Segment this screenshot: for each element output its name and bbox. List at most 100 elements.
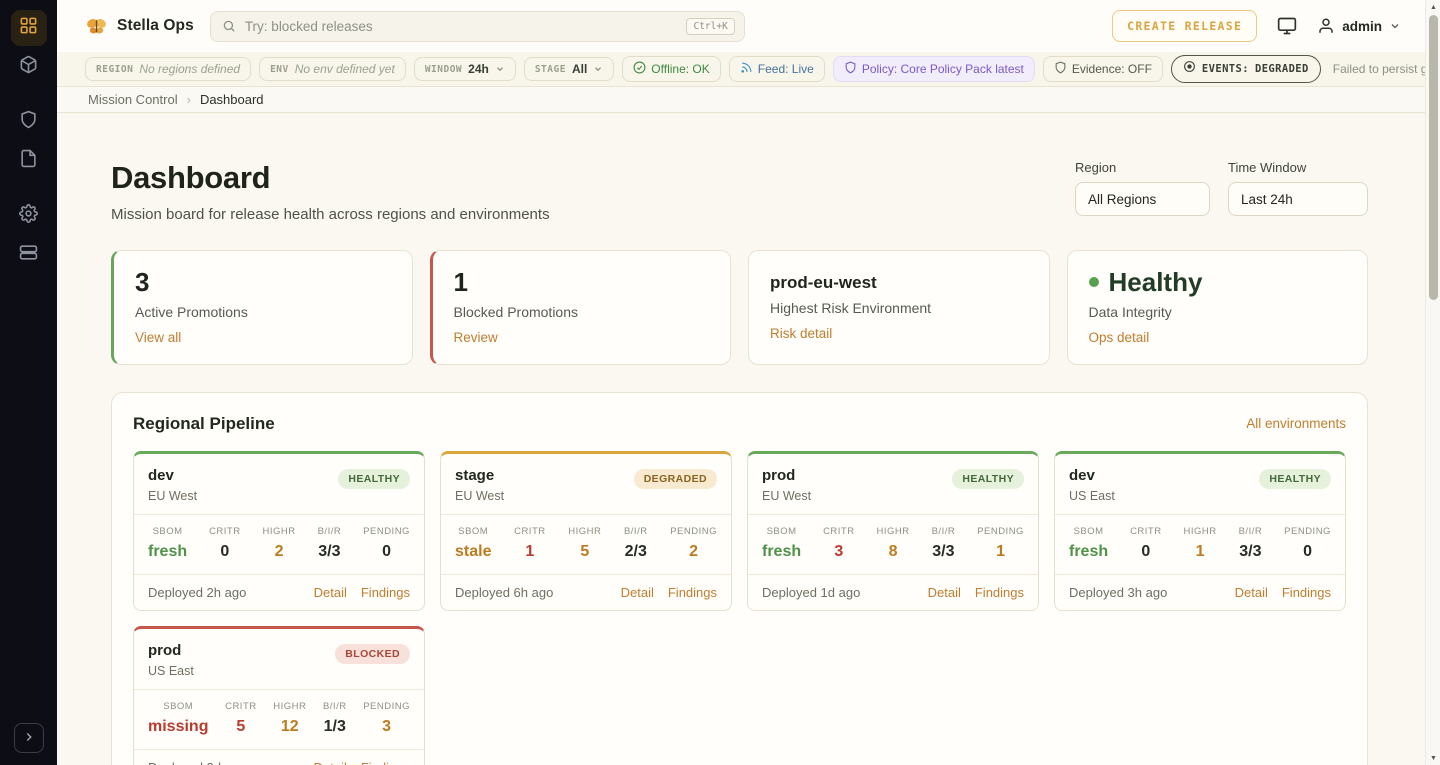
sidebar-expand-button[interactable] (14, 723, 44, 753)
breadcrumb: Mission Control › Dashboard (57, 87, 1425, 113)
bir-value: 2/3 (624, 542, 648, 561)
stage-chip-label: STAGE (535, 64, 566, 75)
critr-value: 0 (1130, 542, 1162, 561)
search-input[interactable] (245, 19, 678, 34)
sidebar-item-security[interactable] (11, 104, 47, 140)
scrollbar-thumb[interactable] (1429, 15, 1438, 300)
scroll-down-arrow-icon[interactable]: ▼ (1426, 751, 1440, 765)
findings-link[interactable]: Findings (361, 760, 410, 765)
search-bar[interactable]: Ctrl+K (210, 11, 745, 42)
events-label: EVENTS: (1202, 63, 1249, 75)
stat-card-active-promotions: 3 Active Promotions View all (111, 250, 413, 365)
stat-label: Active Promotions (135, 304, 391, 320)
events-status-pill[interactable]: EVENTS: DEGRADED (1171, 55, 1321, 83)
breadcrumb-separator-icon: › (187, 92, 191, 107)
stat-value: 1 (454, 268, 710, 297)
pipeline-grid: dev EU West HEALTHY SBOMfresh CRITR0 HIG… (133, 451, 1346, 765)
detail-link[interactable]: Detail (928, 585, 961, 600)
main-column: Stella Ops Ctrl+K CREATE RELEASE admin (57, 0, 1425, 765)
stage-dropdown-chip[interactable]: STAGE All (524, 57, 614, 81)
butterfly-icon (85, 15, 108, 38)
stat-card-highest-risk: prod-eu-west Highest Risk Environment Ri… (748, 250, 1050, 365)
pending-column-label: PENDING (977, 526, 1024, 537)
status-badge: BLOCKED (335, 644, 410, 664)
brand-name: Stella Ops (117, 17, 194, 35)
findings-link[interactable]: Findings (668, 585, 717, 600)
ops-detail-link[interactable]: Ops detail (1089, 330, 1150, 345)
pending-column-label: PENDING (670, 526, 717, 537)
critr-value: 3 (823, 542, 855, 561)
region-name: US East (148, 664, 194, 678)
highr-value: 1 (1184, 542, 1217, 561)
env-chip-value: No env defined yet (295, 62, 395, 76)
findings-link[interactable]: Findings (975, 585, 1024, 600)
package-icon (19, 55, 38, 79)
pending-column-label: PENDING (363, 526, 410, 537)
findings-link[interactable]: Findings (361, 585, 410, 600)
chevron-down-icon (1389, 20, 1401, 32)
stat-value: 3 (135, 268, 391, 297)
findings-link[interactable]: Findings (1282, 585, 1331, 600)
evidence-status-chip[interactable]: Evidence: OFF (1043, 56, 1163, 82)
shield-icon (844, 61, 857, 77)
pending-value: 2 (670, 542, 717, 561)
pipeline-card-stage-eu-west: stage EU West DEGRADED SBOMstale CRITR1 … (440, 451, 732, 611)
stage-chip-value: All (572, 62, 587, 76)
chevron-down-icon (593, 64, 603, 74)
detail-link[interactable]: Detail (314, 585, 347, 600)
time-window-filter: Time Window Last 24h (1228, 160, 1368, 216)
sbom-value: stale (455, 542, 491, 561)
region-scope-chip[interactable]: REGION No regions defined (85, 57, 251, 81)
view-all-link[interactable]: View all (135, 330, 181, 345)
window-dropdown-chip[interactable]: WINDOW 24h (414, 57, 516, 81)
detail-link[interactable]: Detail (621, 585, 654, 600)
risk-detail-link[interactable]: Risk detail (770, 326, 832, 341)
sidebar-item-documents[interactable] (11, 143, 47, 179)
bir-column-label: B/I/R (1239, 526, 1263, 537)
sidebar-item-infrastructure[interactable] (11, 237, 47, 273)
page-subtitle: Mission board for release health across … (111, 206, 550, 223)
scroll-up-arrow-icon[interactable]: ▲ (1426, 0, 1440, 14)
top-header: Stella Ops Ctrl+K CREATE RELEASE admin (57, 0, 1425, 52)
region-chip-label: REGION (96, 64, 133, 75)
app-brand[interactable]: Stella Ops (85, 15, 194, 38)
rss-icon (740, 61, 753, 77)
region-chip-value: No regions defined (139, 62, 240, 76)
detail-link[interactable]: Detail (314, 760, 347, 765)
monitor-icon[interactable] (1277, 16, 1297, 36)
sidebar-item-dashboard[interactable] (11, 10, 47, 46)
highr-column-label: HIGHR (273, 701, 306, 712)
detail-link[interactable]: Detail (1235, 585, 1268, 600)
gear-icon (19, 204, 38, 228)
app-root: Stella Ops Ctrl+K CREATE RELEASE admin (0, 0, 1440, 765)
review-link[interactable]: Review (454, 330, 498, 345)
offline-status-chip[interactable]: Offline: OK (622, 56, 720, 82)
pending-value: 1 (977, 542, 1024, 561)
time-window-filter-select[interactable]: Last 24h (1228, 182, 1368, 216)
breadcrumb-mission-control[interactable]: Mission Control (88, 92, 178, 107)
feed-status-text: Feed: Live (758, 62, 814, 76)
deployed-text: Deployed 2h ago (148, 585, 246, 600)
critr-column-label: CRITR (514, 526, 546, 537)
highr-value: 2 (263, 542, 296, 561)
sidebar-item-settings[interactable] (11, 198, 47, 234)
sbom-value: fresh (148, 542, 187, 561)
vertical-scrollbar[interactable]: ▲ ▼ (1425, 0, 1440, 765)
sidebar-item-releases[interactable] (11, 49, 47, 85)
page-title: Dashboard (111, 160, 550, 196)
bir-column-label: B/I/R (624, 526, 648, 537)
region-filter-select[interactable]: All Regions (1075, 182, 1210, 216)
sidebar (0, 0, 57, 765)
environment-name: stage (455, 467, 504, 485)
bir-column-label: B/I/R (323, 701, 347, 712)
policy-status-chip[interactable]: Policy: Core Policy Pack latest (833, 56, 1035, 82)
env-scope-chip[interactable]: ENV No env defined yet (259, 57, 406, 81)
env-chip-label: ENV (270, 64, 289, 75)
highr-column-label: HIGHR (568, 526, 601, 537)
feed-status-chip[interactable]: Feed: Live (729, 56, 825, 82)
user-menu[interactable]: admin (1317, 17, 1401, 35)
create-release-button[interactable]: CREATE RELEASE (1112, 10, 1257, 42)
environment-name: dev (148, 467, 197, 485)
highr-value: 12 (273, 717, 306, 736)
all-environments-link[interactable]: All environments (1246, 416, 1346, 431)
